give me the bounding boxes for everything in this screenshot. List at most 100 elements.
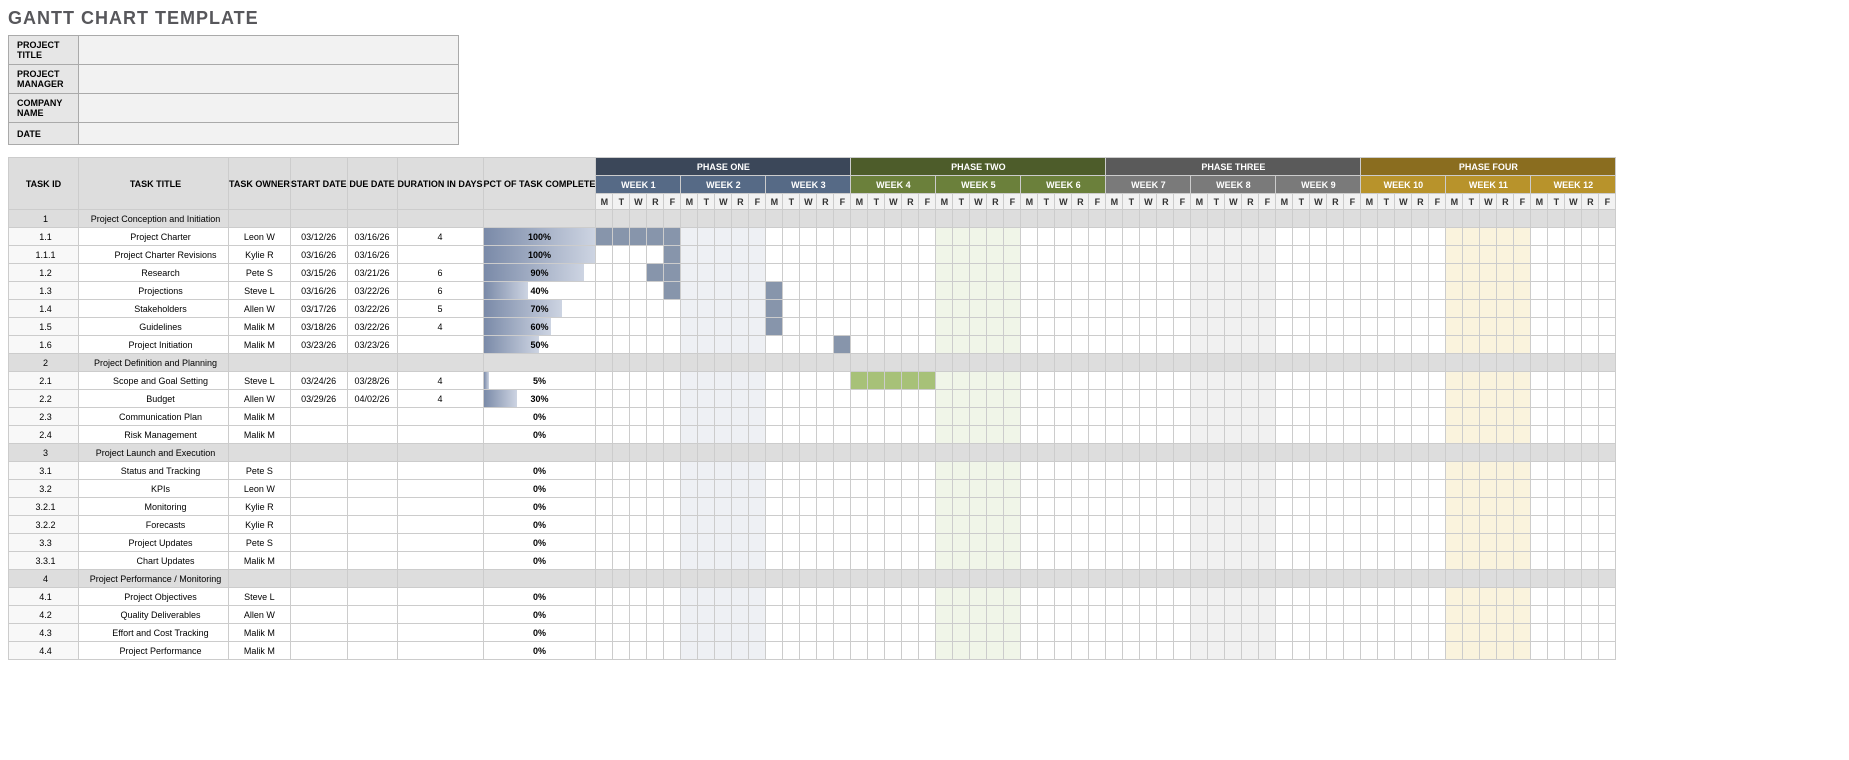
- cell-start[interactable]: 03/16/26: [290, 246, 347, 264]
- cell-due[interactable]: [347, 462, 397, 480]
- cell-pct[interactable]: 0%: [483, 534, 596, 552]
- cell-duration[interactable]: [397, 246, 483, 264]
- cell-start[interactable]: [290, 642, 347, 660]
- cell-owner[interactable]: Malik M: [229, 624, 291, 642]
- cell-id[interactable]: 1.6: [9, 336, 79, 354]
- cell-owner[interactable]: Malik M: [229, 408, 291, 426]
- cell-start[interactable]: 03/16/26: [290, 282, 347, 300]
- cell-id[interactable]: 4: [9, 570, 79, 588]
- cell-pct[interactable]: 0%: [483, 426, 596, 444]
- cell-title[interactable]: Stakeholders: [79, 300, 229, 318]
- cell-start[interactable]: 03/12/26: [290, 228, 347, 246]
- cell-title[interactable]: Effort and Cost Tracking: [79, 624, 229, 642]
- cell-start[interactable]: [290, 552, 347, 570]
- cell-id[interactable]: 2.3: [9, 408, 79, 426]
- cell-pct[interactable]: 90%: [483, 264, 596, 282]
- cell-owner[interactable]: Malik M: [229, 552, 291, 570]
- cell-owner[interactable]: Kylie R: [229, 498, 291, 516]
- cell-duration[interactable]: 5: [397, 300, 483, 318]
- cell-pct[interactable]: 100%: [483, 246, 596, 264]
- cell-id[interactable]: 4.1: [9, 588, 79, 606]
- cell-owner[interactable]: Pete S: [229, 462, 291, 480]
- cell-title[interactable]: Communication Plan: [79, 408, 229, 426]
- cell-owner[interactable]: Pete S: [229, 264, 291, 282]
- cell-pct[interactable]: 30%: [483, 390, 596, 408]
- cell-pct[interactable]: 0%: [483, 516, 596, 534]
- cell-title[interactable]: Project Definition and Planning: [79, 354, 229, 372]
- cell-due[interactable]: [347, 498, 397, 516]
- cell-due[interactable]: 03/22/26: [347, 300, 397, 318]
- cell-id[interactable]: 1: [9, 210, 79, 228]
- cell-id[interactable]: 1.5: [9, 318, 79, 336]
- cell-title[interactable]: Research: [79, 264, 229, 282]
- cell-id[interactable]: 4.2: [9, 606, 79, 624]
- cell-pct[interactable]: 5%: [483, 372, 596, 390]
- cell-start[interactable]: [290, 606, 347, 624]
- cell-duration[interactable]: [397, 534, 483, 552]
- cell-pct[interactable]: 40%: [483, 282, 596, 300]
- cell-start[interactable]: [290, 480, 347, 498]
- cell-id[interactable]: 1.1: [9, 228, 79, 246]
- cell-due[interactable]: [347, 516, 397, 534]
- cell-owner[interactable]: Allen W: [229, 606, 291, 624]
- cell-title[interactable]: Projections: [79, 282, 229, 300]
- cell-id[interactable]: 2.4: [9, 426, 79, 444]
- cell-title[interactable]: Project Launch and Execution: [79, 444, 229, 462]
- cell-duration[interactable]: 6: [397, 282, 483, 300]
- cell-owner[interactable]: Leon W: [229, 480, 291, 498]
- cell-pct[interactable]: 60%: [483, 318, 596, 336]
- cell-id[interactable]: 1.4: [9, 300, 79, 318]
- cell-start[interactable]: 03/29/26: [290, 390, 347, 408]
- cell-title[interactable]: Project Initiation: [79, 336, 229, 354]
- cell-start[interactable]: 03/23/26: [290, 336, 347, 354]
- cell-pct[interactable]: 0%: [483, 624, 596, 642]
- cell-id[interactable]: 3.2.2: [9, 516, 79, 534]
- cell-duration[interactable]: 4: [397, 390, 483, 408]
- cell-id[interactable]: 1.1.1: [9, 246, 79, 264]
- cell-owner[interactable]: Leon W: [229, 228, 291, 246]
- cell-title[interactable]: Budget: [79, 390, 229, 408]
- cell-owner[interactable]: Kylie R: [229, 246, 291, 264]
- cell-id[interactable]: 3.1: [9, 462, 79, 480]
- cell-start[interactable]: [290, 462, 347, 480]
- cell-pct[interactable]: 0%: [483, 498, 596, 516]
- cell-duration[interactable]: [397, 462, 483, 480]
- cell-due[interactable]: [347, 408, 397, 426]
- cell-start[interactable]: [290, 534, 347, 552]
- cell-due[interactable]: 03/16/26: [347, 228, 397, 246]
- cell-owner[interactable]: Allen W: [229, 300, 291, 318]
- cell-title[interactable]: Project Objectives: [79, 588, 229, 606]
- meta-value[interactable]: [79, 94, 459, 123]
- cell-due[interactable]: [347, 534, 397, 552]
- cell-due[interactable]: [347, 624, 397, 642]
- cell-due[interactable]: 03/28/26: [347, 372, 397, 390]
- cell-id[interactable]: 2.1: [9, 372, 79, 390]
- cell-title[interactable]: Guidelines: [79, 318, 229, 336]
- cell-due[interactable]: [347, 426, 397, 444]
- cell-start[interactable]: 03/15/26: [290, 264, 347, 282]
- cell-title[interactable]: Scope and Goal Setting: [79, 372, 229, 390]
- cell-id[interactable]: 3.3: [9, 534, 79, 552]
- cell-duration[interactable]: 4: [397, 318, 483, 336]
- cell-duration[interactable]: [397, 336, 483, 354]
- cell-duration[interactable]: [397, 408, 483, 426]
- cell-title[interactable]: Project Performance / Monitoring: [79, 570, 229, 588]
- cell-title[interactable]: KPIs: [79, 480, 229, 498]
- cell-title[interactable]: Project Conception and Initiation: [79, 210, 229, 228]
- cell-owner[interactable]: Steve L: [229, 282, 291, 300]
- cell-owner[interactable]: Malik M: [229, 318, 291, 336]
- cell-due[interactable]: [347, 606, 397, 624]
- cell-start[interactable]: [290, 498, 347, 516]
- cell-duration[interactable]: [397, 552, 483, 570]
- cell-title[interactable]: Chart Updates: [79, 552, 229, 570]
- cell-title[interactable]: Project Charter Revisions: [79, 246, 229, 264]
- cell-id[interactable]: 4.4: [9, 642, 79, 660]
- cell-id[interactable]: 3.2.1: [9, 498, 79, 516]
- cell-due[interactable]: [347, 642, 397, 660]
- cell-id[interactable]: 4.3: [9, 624, 79, 642]
- cell-duration[interactable]: [397, 642, 483, 660]
- cell-start[interactable]: [290, 426, 347, 444]
- cell-duration[interactable]: 4: [397, 228, 483, 246]
- cell-start[interactable]: [290, 516, 347, 534]
- cell-id[interactable]: 1.3: [9, 282, 79, 300]
